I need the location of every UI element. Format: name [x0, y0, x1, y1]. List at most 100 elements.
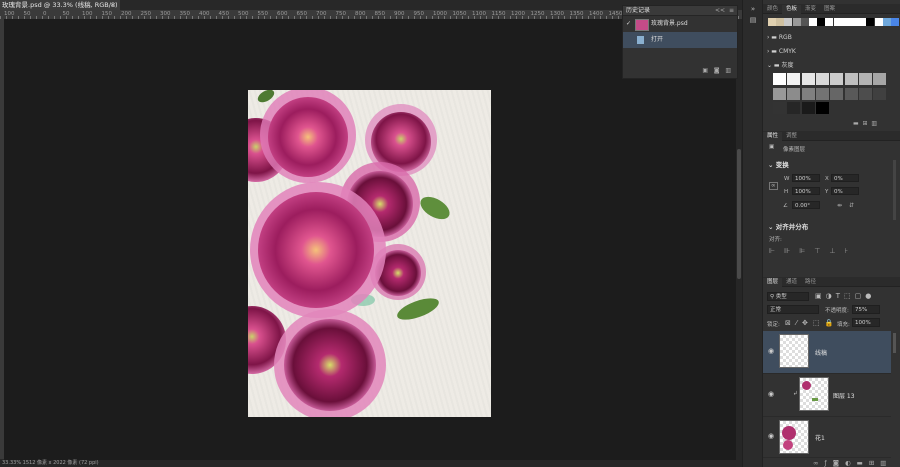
gray-swatch[interactable] [773, 102, 786, 114]
tab-gradients[interactable]: 渐变 [801, 5, 820, 14]
tab-channels[interactable]: 通道 [782, 278, 801, 287]
layer-name[interactable]: 图层 13 [833, 391, 855, 400]
scroll-thumb[interactable] [737, 149, 741, 279]
gray-swatch[interactable] [815, 87, 829, 100]
layer-row-flower1[interactable]: ◉ 花1 [763, 417, 891, 458]
gray-swatch[interactable] [815, 73, 829, 85]
checkmark-icon: ✓ [626, 20, 632, 27]
panel-menu-icon[interactable]: ≡ [729, 6, 734, 15]
gray-swatch[interactable] [801, 87, 815, 100]
dock-expand-icon[interactable]: » [748, 4, 758, 14]
color-swatch[interactable] [776, 18, 785, 26]
gray-swatch[interactable] [830, 87, 844, 100]
color-swatch[interactable] [891, 18, 899, 26]
gray-swatch[interactable] [873, 87, 887, 100]
eye-icon[interactable]: ◉ [768, 390, 774, 398]
tab-color[interactable]: 颜色 [763, 5, 782, 14]
x-field[interactable]: 0% [831, 174, 859, 182]
blend-mode-select[interactable]: 正常 [767, 305, 819, 314]
gray-swatch[interactable] [858, 87, 872, 100]
gray-swatch[interactable] [844, 87, 858, 100]
swatch-folder-rgb[interactable]: › ▬ RGB [767, 32, 792, 44]
color-swatch[interactable] [800, 18, 809, 26]
tab-adjustments[interactable]: 调整 [782, 132, 801, 141]
swatch-folder-cmyk[interactable]: › ▬ CMYK [767, 46, 796, 58]
opacity-field[interactable]: 75% [852, 305, 880, 314]
angle-field[interactable]: 0.00° [792, 201, 820, 209]
new-document-from-state-icon[interactable]: ▣ [702, 67, 708, 74]
ruler-tick-label: 1450 [608, 11, 623, 17]
layer-name[interactable]: 线稿 [815, 348, 827, 357]
eye-icon[interactable]: ◉ [768, 347, 774, 355]
tab-layers[interactable]: 图层 [763, 278, 783, 287]
color-swatch[interactable] [874, 18, 883, 26]
align-buttons[interactable]: ⊩⊪⊫⊤⊥⊦ [769, 247, 857, 255]
fill-field[interactable]: 100% [852, 318, 880, 327]
layer-thumbnail [799, 377, 829, 411]
history-dock-icon[interactable]: ▤ [748, 15, 758, 25]
layer-row-layer13[interactable]: ◉ ↲ 图层 13 [763, 374, 891, 417]
gray-swatch[interactable] [787, 73, 801, 85]
color-swatch[interactable] [882, 18, 891, 26]
properties-scrollbar[interactable] [893, 160, 896, 220]
layer-filter-buttons[interactable]: ▣◑T⬚▢● [815, 292, 875, 300]
color-swatch[interactable] [825, 18, 834, 26]
color-swatch[interactable] [809, 18, 817, 26]
rose-thumb-mark [802, 381, 811, 390]
flip-horizontal-icon[interactable]: ⇹ [837, 202, 842, 209]
trash-icon[interactable]: ▥ [871, 120, 877, 127]
trash-icon[interactable]: ▥ [725, 67, 731, 74]
tab-history[interactable]: 历史记录 [626, 7, 650, 14]
link-icon[interactable]: ∞ [769, 182, 778, 190]
gray-swatch[interactable] [801, 73, 815, 85]
layer-name[interactable]: 花1 [815, 433, 825, 442]
gray-swatch[interactable] [773, 87, 786, 100]
layer-row-lineart[interactable]: ◉ 线稿 [763, 331, 891, 374]
ruler-tick-label: 1250 [530, 11, 545, 17]
tab-swatches[interactable]: 色板 [782, 5, 802, 14]
gray-swatch[interactable] [815, 102, 829, 114]
lock-buttons[interactable]: ⊠⁄✥⬚🔒 [785, 319, 838, 327]
document-tab[interactable]: 玫瑰背景.psd @ 33.3% (线稿, RGB/8) × [0, 0, 120, 10]
eye-icon[interactable]: ◉ [768, 432, 774, 440]
gray-swatch[interactable] [787, 102, 801, 114]
gray-swatch[interactable] [873, 73, 887, 85]
collapse-panel-icon[interactable]: << [715, 6, 725, 15]
document-canvas[interactable] [248, 90, 491, 417]
color-swatch[interactable] [768, 18, 776, 26]
width-field[interactable]: 100% [792, 174, 820, 182]
color-swatch[interactable] [833, 18, 842, 26]
flip-vertical-icon[interactable]: ⇵ [849, 202, 854, 209]
height-field[interactable]: 100% [792, 187, 820, 195]
color-swatch[interactable] [841, 18, 850, 26]
color-swatch[interactable] [817, 18, 826, 26]
color-swatch[interactable] [866, 18, 875, 26]
ruler-tick-label: 1050 [452, 11, 467, 17]
history-snapshot-item[interactable]: ✓ 玫瑰背景.psd [623, 16, 737, 32]
layers-scrollbar[interactable] [893, 333, 896, 353]
tab-patterns[interactable]: 图案 [820, 5, 839, 14]
color-swatch[interactable] [792, 18, 801, 26]
color-swatch[interactable] [858, 18, 867, 26]
layer-filter-kind[interactable]: ⚲ 类型 [767, 292, 809, 301]
color-swatch[interactable] [784, 18, 793, 26]
layers-footer[interactable]: ∞ƒ◙◐▬⊞▥ [813, 459, 892, 467]
new-folder-icon[interactable]: ▬ [853, 120, 859, 127]
gray-swatch[interactable] [787, 87, 801, 100]
swatch-folder-grayscale[interactable]: ⌄ ▬ 灰度 [767, 60, 794, 72]
color-swatch[interactable] [850, 18, 858, 26]
gray-swatch[interactable] [801, 102, 815, 114]
gray-swatch[interactable] [844, 73, 858, 85]
gray-swatch[interactable] [858, 73, 872, 85]
gray-swatch[interactable] [830, 73, 844, 85]
tab-properties[interactable]: 属性 [763, 132, 783, 141]
camera-icon[interactable]: ◙ [714, 67, 720, 74]
ruler-tick-label: 750 [335, 11, 347, 17]
new-swatch-icon[interactable]: ⊞ [863, 120, 868, 127]
close-tab-icon[interactable]: × [111, 0, 116, 10]
gray-swatch[interactable] [773, 73, 786, 85]
chevron-right-icon: › ▬ [767, 34, 779, 41]
y-field[interactable]: 0% [831, 187, 859, 195]
history-step-open[interactable]: 打开 [623, 32, 737, 48]
tab-paths[interactable]: 路径 [801, 278, 820, 287]
